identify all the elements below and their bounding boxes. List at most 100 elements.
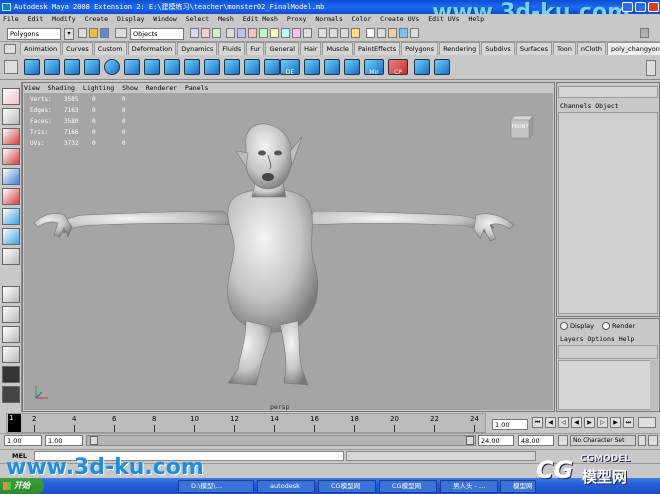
viewport-menu-show[interactable]: Show	[122, 84, 138, 92]
select-mask-icon[interactable]	[281, 28, 290, 38]
shelf-scroll-icon[interactable]	[646, 60, 656, 76]
select-mask-icon[interactable]	[259, 28, 268, 38]
history-icon[interactable]	[366, 28, 375, 38]
current-time-field[interactable]: 1.00	[492, 419, 528, 430]
mask-icon[interactable]	[212, 28, 221, 38]
anim-end-field[interactable]: 48.00	[518, 435, 554, 446]
bevel-icon[interactable]	[144, 59, 160, 75]
character-set-select[interactable]: No Character Set	[570, 435, 636, 446]
taskbar-item[interactable]: D:\模型\…	[178, 480, 254, 493]
viewport-menu-lighting[interactable]: Lighting	[83, 84, 114, 92]
menu-mesh[interactable]: Mesh	[218, 15, 234, 23]
select-mask-icon[interactable]	[248, 28, 257, 38]
step-back-key-icon[interactable]: ◁	[558, 417, 569, 428]
range-slider-track[interactable]	[86, 435, 476, 446]
soft-mod-tool-icon[interactable]	[2, 228, 20, 245]
move-tool-icon[interactable]	[2, 148, 20, 165]
render-radio[interactable]	[602, 322, 610, 330]
select-mask-icon[interactable]	[237, 28, 246, 38]
paint-select-tool-icon[interactable]	[2, 128, 20, 145]
shelf-tab[interactable]: Dynamics	[177, 42, 218, 55]
delete-edge-icon[interactable]: DE	[280, 59, 300, 76]
manipulator-tool-icon[interactable]	[2, 208, 20, 225]
taskbar-item[interactable]: CG模型网	[318, 480, 376, 493]
menu-display[interactable]: Display	[117, 15, 144, 23]
snap-point-icon[interactable]	[340, 28, 349, 38]
range-handle-start[interactable]	[90, 436, 98, 445]
layer-list[interactable]	[558, 360, 658, 410]
view-cube[interactable]: FRONT	[507, 114, 535, 140]
mirror-icon[interactable]: Mir	[364, 59, 384, 76]
display-radio[interactable]	[560, 322, 568, 330]
menu-select[interactable]: Select	[186, 15, 209, 23]
hypershade-layout-icon[interactable]	[2, 386, 20, 403]
four-pane-layout-icon[interactable]	[2, 306, 20, 323]
taskbar-item[interactable]: 模型网 -…	[500, 480, 536, 493]
step-forward-icon[interactable]: ▶	[610, 417, 621, 428]
shelf-tab[interactable]: Rendering	[439, 42, 481, 55]
save-scene-icon[interactable]	[100, 28, 109, 38]
menu-modify[interactable]: Modify	[52, 15, 75, 23]
taskbar-item[interactable]: CG模型网	[379, 480, 437, 493]
center-pivot-icon[interactable]: CP	[388, 59, 408, 76]
single-pane-layout-icon[interactable]	[2, 286, 20, 303]
mask-icon[interactable]	[201, 28, 210, 38]
channel-box-content[interactable]	[558, 112, 658, 314]
shelf-tab[interactable]: Curves	[62, 42, 93, 55]
select-mask-icon[interactable]	[303, 28, 312, 38]
channel-box-toggle-icon[interactable]	[640, 28, 649, 38]
selection-mask-select[interactable]: Objects	[130, 28, 184, 40]
taskbar-item[interactable]: 男人头 - …	[440, 480, 498, 493]
two-pane-layout-icon[interactable]	[2, 326, 20, 343]
wedge-icon[interactable]	[304, 59, 320, 75]
poly-cube-icon[interactable]	[64, 59, 80, 75]
layer-scrollbar[interactable]	[650, 360, 658, 410]
poly-cone-icon[interactable]	[164, 59, 180, 75]
menu-normals[interactable]: Normals	[315, 15, 342, 23]
split-icon[interactable]	[224, 59, 240, 75]
shelf-tab[interactable]: Hair	[300, 42, 322, 55]
open-scene-icon[interactable]	[89, 28, 98, 38]
shelf-options-icon[interactable]	[4, 60, 18, 74]
menu-edit-mesh[interactable]: Edit Mesh	[243, 15, 278, 23]
shelf-tab[interactable]: Deformation	[127, 42, 177, 55]
animation-prefs-icon[interactable]	[648, 435, 658, 446]
time-slider-track[interactable]	[6, 413, 486, 433]
key-icon[interactable]	[638, 417, 656, 428]
poly-cube-icon[interactable]	[44, 59, 60, 75]
shelf-tab[interactable]: nCloth	[576, 42, 607, 55]
play-forward-icon[interactable]: ▶	[584, 417, 595, 428]
lasso-tool-icon[interactable]	[2, 108, 20, 125]
select-mask-icon[interactable]	[226, 28, 235, 38]
layer-menu[interactable]: Layers Options Help	[560, 335, 634, 343]
step-forward-key-icon[interactable]: ▷	[597, 417, 608, 428]
snap-view-icon[interactable]	[351, 28, 360, 38]
ipr-render-icon[interactable]	[388, 28, 397, 38]
outliner-layout-icon[interactable]	[2, 346, 20, 363]
select-mask-icon[interactable]	[270, 28, 279, 38]
snap-curve-icon[interactable]	[329, 28, 338, 38]
shelf-tab[interactable]: Animation	[20, 42, 62, 55]
extrude-icon[interactable]	[124, 59, 140, 75]
menu-help[interactable]: Help	[468, 15, 484, 23]
combine-icon[interactable]	[324, 59, 340, 75]
step-back-icon[interactable]: ◀	[545, 417, 556, 428]
character-set-icon[interactable]	[558, 435, 568, 446]
last-tool-icon[interactable]	[2, 248, 20, 265]
menu-proxy[interactable]: Proxy	[287, 15, 307, 23]
channel-box-header[interactable]: Channels Object	[560, 102, 619, 110]
select-by-hierarchy-icon[interactable]	[115, 28, 127, 38]
menu-window[interactable]: Window	[153, 15, 176, 23]
render-settings-icon[interactable]	[399, 28, 408, 38]
viewport-menu-shading[interactable]: Shading	[48, 84, 75, 92]
render-icon[interactable]	[377, 28, 386, 38]
append-icon[interactable]	[244, 59, 260, 75]
viewport-menu-panels[interactable]: Panels	[185, 84, 208, 92]
minimize-button[interactable]	[622, 2, 633, 12]
shelf-tab[interactable]: Surfaces	[515, 42, 552, 55]
uv-icon[interactable]	[414, 59, 430, 75]
maximize-button[interactable]	[635, 2, 646, 12]
shelf-tab[interactable]: Fur	[246, 42, 265, 55]
go-to-end-icon[interactable]: ⏭	[623, 417, 634, 428]
current-frame-marker[interactable]: 1	[8, 414, 21, 432]
